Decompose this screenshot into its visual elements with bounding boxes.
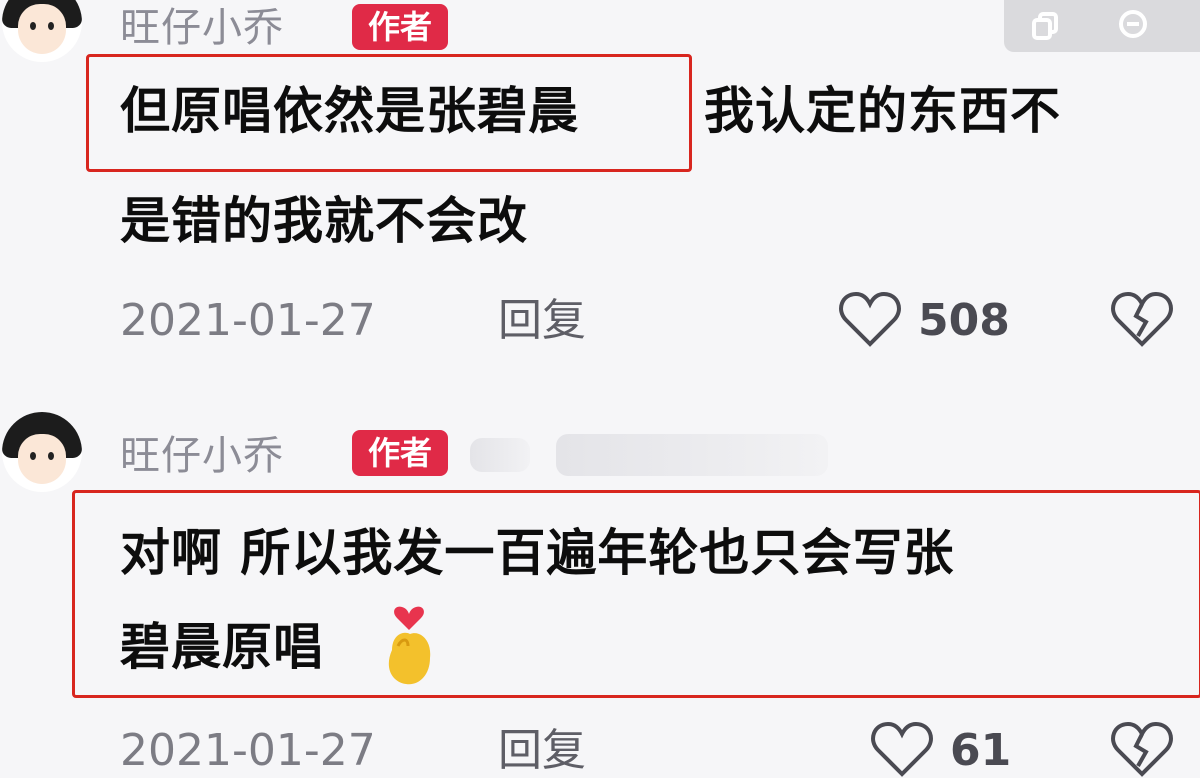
comment-text: 是错的我就不会改 <box>120 192 528 250</box>
copy-icon[interactable] <box>1030 10 1062 42</box>
broken-heart-icon[interactable] <box>1110 290 1174 348</box>
broken-heart-icon[interactable] <box>1110 720 1174 778</box>
author-badge: 作者 <box>352 4 449 50</box>
avatar[interactable] <box>2 0 82 62</box>
comment-date: 2021-01-27 <box>120 295 376 346</box>
comment-icon[interactable] <box>1116 8 1150 42</box>
like-count: 508 <box>918 295 1010 346</box>
comment-date: 2021-01-27 <box>120 725 376 776</box>
top-toolbar <box>1004 0 1200 52</box>
heart-icon[interactable] <box>838 290 902 348</box>
author-badge: 作者 <box>352 430 449 476</box>
reply-button[interactable]: 回复 <box>498 726 586 776</box>
username[interactable]: 旺仔小乔 <box>120 4 284 52</box>
blurred-text <box>470 438 530 472</box>
reply-button[interactable]: 回复 <box>498 296 586 346</box>
like-count: 61 <box>950 725 1012 776</box>
heart-hands-emoji <box>388 606 431 685</box>
comment-text-highlight: 但原唱依然是张碧晨 <box>120 82 579 140</box>
blurred-text <box>556 434 828 476</box>
username[interactable]: 旺仔小乔 <box>120 432 284 480</box>
comment-text: 对啊 所以我发一百遍年轮也只会写张 <box>120 524 955 582</box>
avatar[interactable] <box>2 412 82 492</box>
comment-text: 碧晨原唱 <box>120 618 324 676</box>
heart-icon[interactable] <box>870 720 934 778</box>
comment-text: 我认定的东西不 <box>704 82 1061 140</box>
